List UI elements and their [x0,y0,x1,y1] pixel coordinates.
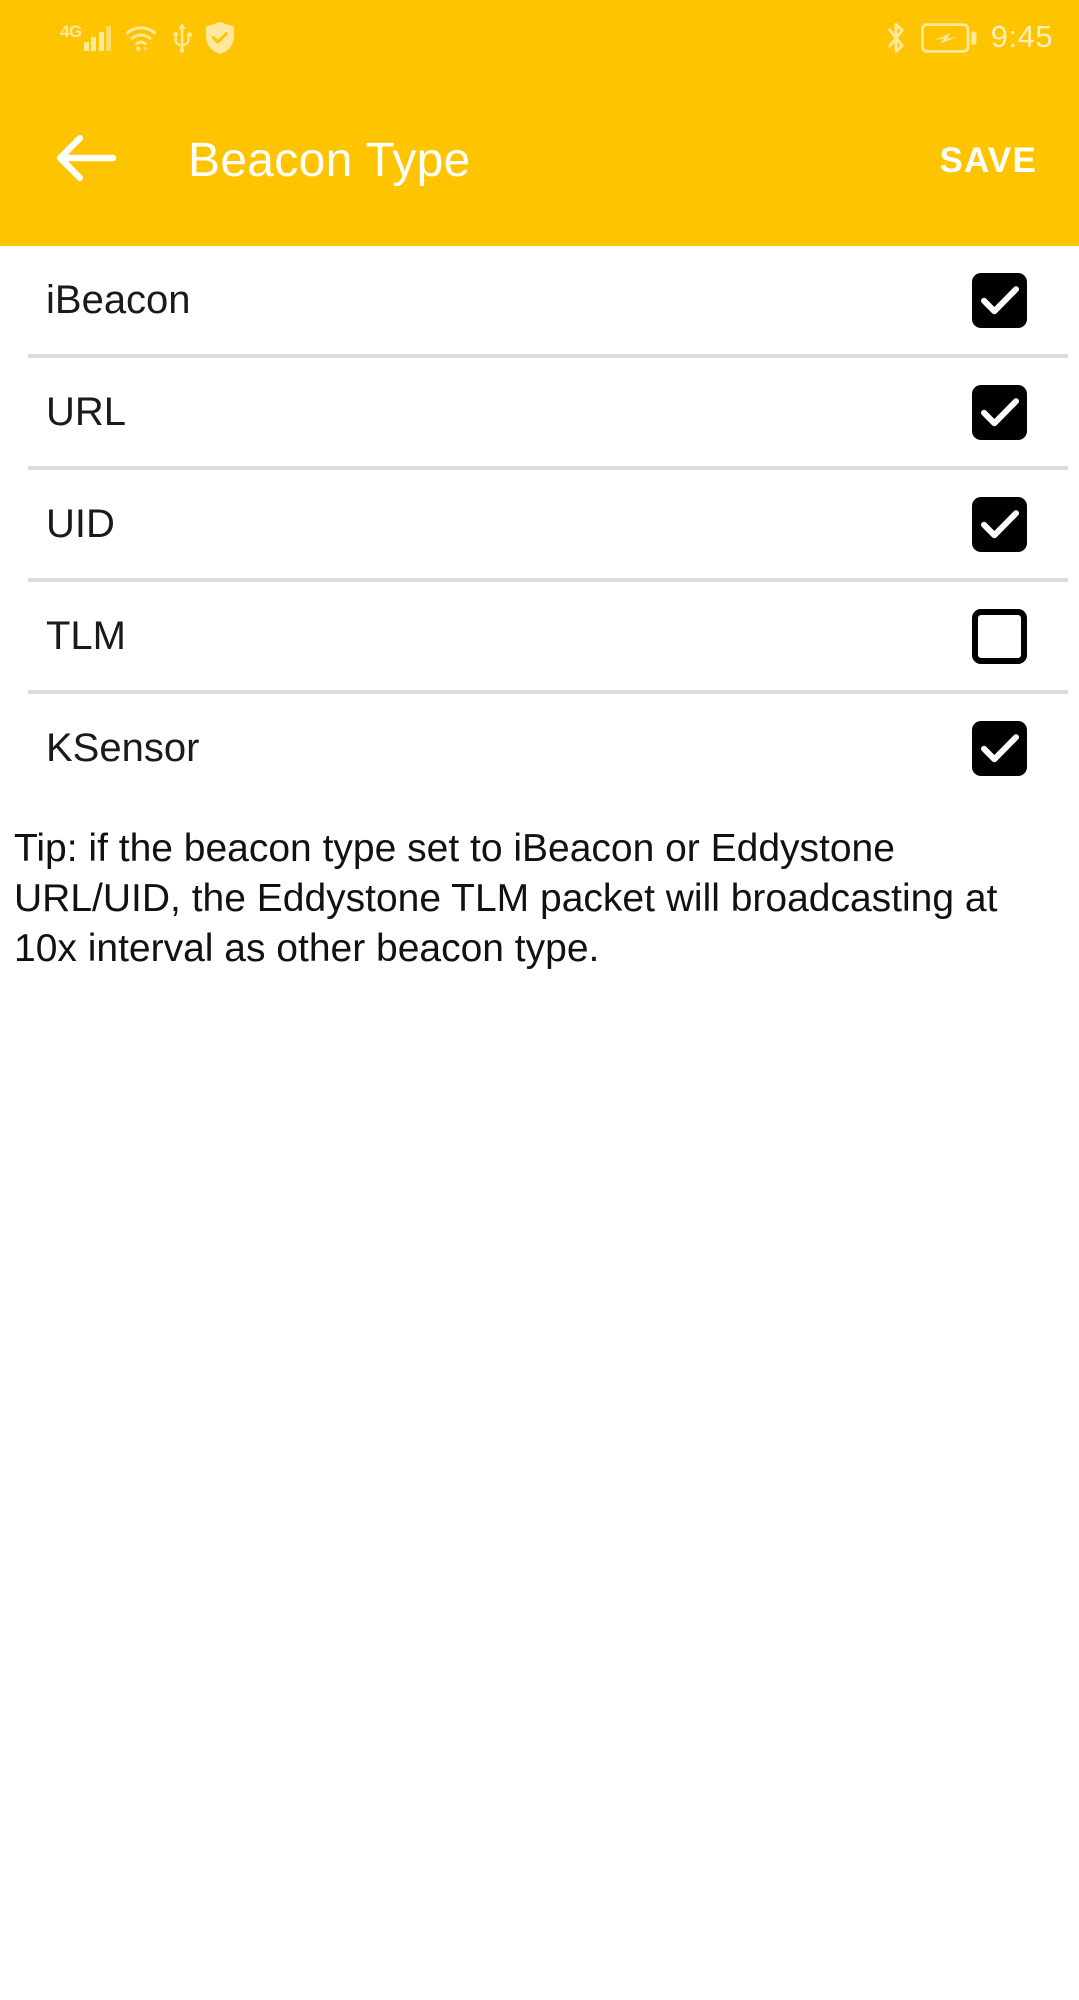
shield-check-icon [206,21,235,54]
status-bar: 4G 9:45 [0,0,1079,75]
checkbox-ksensor[interactable] [972,720,1027,776]
status-bar-right-icons: 9:45 [885,21,1053,55]
mobile-network-indicator: 4G [60,21,112,51]
list-item-label: KSensor [46,726,200,770]
status-bar-clock: 9:45 [990,19,1053,54]
arrow-left-icon [55,133,117,188]
checkbox-url[interactable] [972,384,1027,440]
list-item[interactable]: TLM [0,582,1079,690]
checkbox-uid[interactable] [972,496,1027,552]
status-bar-left-icons: 4G [60,21,235,54]
list-item-label: UID [46,502,115,546]
beacon-type-list: iBeacon URL UID TLM KSensor [0,246,1079,802]
bluetooth-icon [885,21,907,55]
page-title: Beacon Type [188,134,471,187]
list-item[interactable]: UID [0,470,1079,578]
app-bar: Beacon Type SAVE [0,75,1079,246]
checkbox-tlm[interactable] [972,608,1027,664]
checkbox-ibeacon[interactable] [972,272,1027,328]
network-type-label: 4G [60,21,82,41]
list-item-label: TLM [46,614,126,658]
list-item-label: iBeacon [46,278,191,322]
list-item[interactable]: iBeacon [0,246,1079,354]
list-item[interactable]: KSensor [0,694,1079,802]
signal-bars-icon [83,25,112,51]
list-item-label: URL [46,390,127,434]
usb-icon [171,22,193,53]
back-button[interactable] [46,121,126,201]
save-button[interactable]: SAVE [929,127,1047,195]
list-item[interactable]: URL [0,358,1079,466]
tip-text: Tip: if the beacon type set to iBeacon o… [14,827,998,970]
wifi-icon [124,24,158,52]
battery-charging-icon [920,22,977,53]
